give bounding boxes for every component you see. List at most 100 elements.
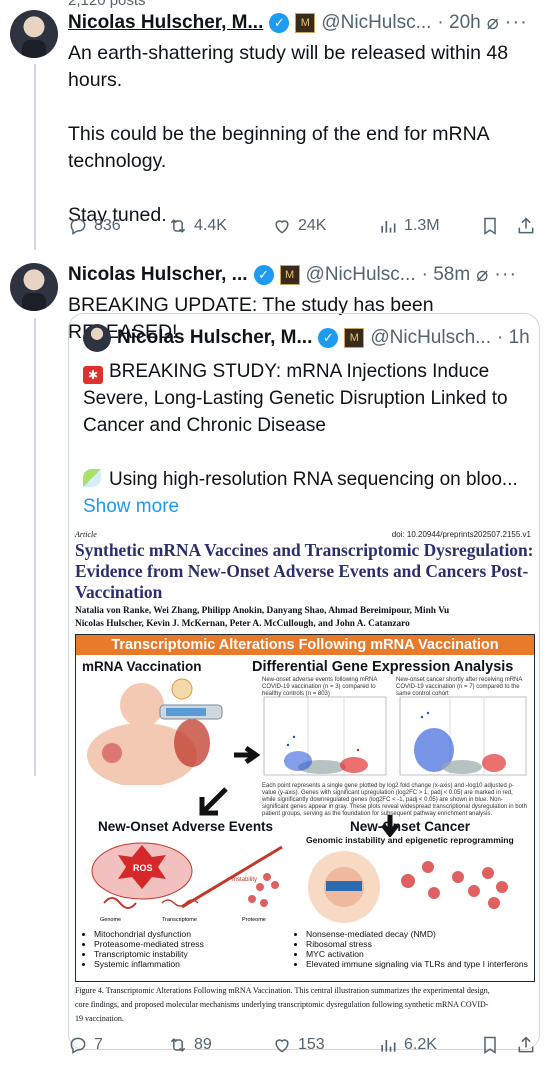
grok-icon[interactable]: ⌀: [487, 10, 499, 35]
tweet-header: Nicolas Hulscher, M... ✓ M @NicHulsc... …: [68, 10, 528, 35]
author-handle[interactable]: @NicHulsc...: [321, 12, 431, 34]
tweet-text-line: An earth-shattering study will be releas…: [68, 42, 509, 64]
panel-title: Differential Gene Expression Analysis: [252, 659, 514, 675]
tweet-header: Nicolas Hulscher, ... ✓ M @NicHulsc... ·…: [68, 262, 517, 287]
tweet-text: An earth-shattering study will be releas…: [68, 40, 538, 229]
author-name[interactable]: Nicolas Hulscher, M...: [68, 12, 263, 34]
bookmark-button[interactable]: [480, 1035, 500, 1055]
thread-line: [34, 318, 36, 776]
author-handle: @NicHulsch...: [370, 327, 491, 348]
doi-text: doi: 10.20944/preprints202507.2155.v1: [391, 530, 531, 539]
views-count: 6.2K: [404, 1036, 437, 1053]
affiliation-badge-icon: M: [344, 328, 365, 348]
volcano-plot-right: [399, 696, 527, 776]
reply-button[interactable]: 7: [68, 1035, 103, 1055]
share-button[interactable]: [516, 1035, 536, 1055]
share-icon: [518, 217, 534, 234]
quoted-header: Nicolas Hulscher, M... ✓ M @NicHulsch...…: [83, 324, 530, 352]
affiliation-badge-icon[interactable]: M: [295, 12, 316, 33]
quoted-tweet[interactable]: Nicolas Hulscher, M... ✓ M @NicHulsch...…: [68, 313, 540, 1050]
panel-subtitle: Genomic instability and epigenetic repro…: [306, 835, 514, 845]
figure: Transcriptomic Alterations Following mRN…: [75, 634, 535, 982]
reply-count: 7: [94, 1036, 103, 1053]
panel-title: New-Onset Adverse Events: [98, 819, 274, 834]
views-button[interactable]: 6.2K: [378, 1035, 437, 1055]
verified-badge-icon: ✓: [269, 12, 290, 33]
ros-label: ROS: [133, 863, 153, 873]
list-item: Proteasome-mediated stress: [94, 939, 204, 949]
like-button[interactable]: 153: [272, 1035, 325, 1055]
bookmark-button[interactable]: [480, 216, 500, 236]
author-name: Nicolas Hulscher, M...: [117, 327, 313, 348]
heart-icon: [275, 1039, 289, 1053]
heart-icon: [275, 220, 289, 234]
like-button[interactable]: 24K: [272, 216, 326, 236]
more-options-icon[interactable]: ···: [494, 263, 517, 286]
genome-label: Genome: [100, 917, 121, 923]
author-handle[interactable]: @NicHulsc...: [306, 264, 416, 286]
repost-button[interactable]: 89: [168, 1035, 212, 1055]
views-count: 1.3M: [404, 217, 440, 234]
adverse-events-illustration: ROS Instability Genome Transcriptome Pro…: [91, 842, 283, 923]
verified-badge-icon: ✓: [253, 264, 274, 285]
article-label: Article: [75, 530, 97, 539]
paper-image[interactable]: Article doi: 10.20944/preprints202507.21…: [69, 530, 539, 1049]
like-count: 24K: [298, 217, 327, 234]
paper-title: Synthetic mRNA Vaccines and Transcriptom…: [75, 540, 537, 603]
repost-icon: [170, 1038, 186, 1052]
quoted-line: Severe, Long-Lasting Genetic Disruption …: [83, 388, 508, 409]
share-icon: [518, 1036, 534, 1053]
avatar[interactable]: [10, 10, 58, 58]
more-options-icon[interactable]: ···: [505, 11, 528, 34]
share-button[interactable]: [516, 216, 536, 236]
test-tube-icon: [83, 469, 101, 487]
list-item: Nonsense-mediated decay (NMD): [306, 929, 528, 939]
tweet-text-line: [68, 175, 538, 202]
show-more-link[interactable]: Show more: [83, 493, 533, 520]
affiliation-badge-icon[interactable]: M: [279, 264, 300, 285]
list-item: Elevated immune signaling via TLRs and t…: [306, 959, 528, 969]
tweet-text-line: [68, 94, 538, 121]
like-count: 153: [298, 1036, 325, 1053]
repost-count: 4.4K: [194, 217, 227, 234]
arrow-down-left-icon: [199, 787, 228, 816]
paper-authors: Natalia von Ranke, Wei Zhang, Philipp An…: [75, 605, 537, 631]
avatar[interactable]: [10, 263, 58, 311]
panel-title: mRNA Vaccination: [82, 659, 202, 674]
quoted-line: Using high-resolution RNA sequencing on …: [83, 466, 533, 493]
views-button[interactable]: 1.3M: [378, 216, 440, 236]
paper-title-line: Synthetic mRNA Vaccines and Transcriptom…: [75, 540, 534, 560]
views-icon: [381, 221, 396, 233]
caption-line: core findings, and proposed molecular me…: [75, 1000, 489, 1009]
list-item: Systemic inflammation: [94, 959, 204, 969]
paper-title-line: Evidence from New-Onset Adverse Events a…: [75, 561, 529, 581]
quoted-line: Cancer and Chronic Disease: [83, 415, 326, 436]
repost-count: 89: [194, 1036, 212, 1053]
adverse-events-list: Mitochondrial dysfunction Proteasome-med…: [82, 929, 204, 969]
tweet-text-line: This could be the beginning of the end f…: [68, 123, 490, 145]
figure-caption: Figure 4. Transcriptomic Alterations Fol…: [75, 984, 537, 1026]
author-name[interactable]: Nicolas Hulscher, ...: [68, 264, 248, 286]
figure-banner: Transcriptomic Alterations Following mRN…: [76, 635, 534, 655]
list-item: Ribosomal stress: [306, 939, 528, 949]
post-time[interactable]: · 20h: [437, 12, 480, 34]
post-time[interactable]: · 58m: [422, 264, 471, 286]
grok-icon[interactable]: ⌀: [476, 262, 488, 287]
repost-button[interactable]: 4.4K: [168, 216, 227, 236]
vaccination-illustration: [87, 678, 223, 785]
list-item: Mitochondrial dysfunction: [94, 929, 204, 939]
reply-button[interactable]: 836: [68, 216, 121, 236]
quoted-text: ✱ BREAKING STUDY: mRNA Injections Induce …: [83, 358, 533, 520]
bookmark-icon: [484, 1036, 496, 1054]
caption-line: 19 vaccination.: [75, 1014, 124, 1023]
post-time: · 1h: [497, 327, 530, 348]
instability-label: Instability: [232, 877, 257, 883]
volcano-plot-left: [263, 696, 387, 776]
caption-line: Figure 4. Transcriptomic Alterations Fol…: [75, 986, 490, 995]
siren-icon: ✱: [83, 366, 103, 384]
quoted-line-text: BREAKING STUDY: mRNA Injections Induce: [109, 361, 490, 382]
quoted-line-text: Using high-resolution RNA sequencing on …: [109, 469, 518, 490]
reply-icon: [70, 218, 86, 235]
proteome-label: Proteome: [242, 917, 266, 923]
